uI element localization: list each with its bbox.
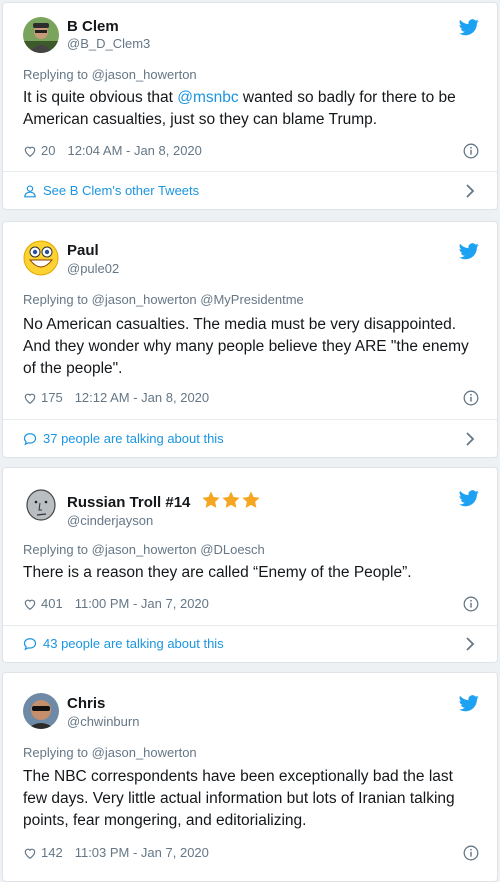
info-icon[interactable] <box>463 143 479 159</box>
footer-label[interactable]: See B Clem's other Tweets <box>43 183 199 198</box>
star-icon <box>241 491 260 508</box>
mention-link[interactable]: @msnbc <box>177 89 238 106</box>
replying-to: Replying to @jason_howerton <box>23 67 197 82</box>
tweet-card: Paul @pule02 Replying to @jason_howerton… <box>2 221 498 458</box>
replying-prefix: Replying to <box>23 67 89 82</box>
info-icon[interactable] <box>463 596 479 612</box>
replying-prefix: Replying to <box>23 745 89 760</box>
tweet-meta: 401 11:00 PM - Jan 7, 2020 <box>23 596 209 611</box>
display-name[interactable]: Russian Troll #14 <box>67 490 261 511</box>
speech-bubble-icon <box>23 432 37 445</box>
tweet-text: There is a reason they are called “Enemy… <box>23 564 412 581</box>
display-name-text[interactable]: Russian Troll #14 <box>67 494 190 511</box>
tweet-timestamp[interactable]: 12:04 AM - Jan 8, 2020 <box>67 143 201 158</box>
user-handle[interactable]: @chwinburn <box>67 714 139 729</box>
tweet-meta: 20 12:04 AM - Jan 8, 2020 <box>23 143 202 158</box>
replying-users[interactable]: @jason_howerton @DLoesch <box>92 542 265 557</box>
replying-users[interactable]: @jason_howerton <box>92 67 197 82</box>
like-count: 401 <box>41 596 63 611</box>
user-handle[interactable]: @pule02 <box>67 261 119 276</box>
divider <box>3 171 497 172</box>
tweet-timestamp[interactable]: 12:12 AM - Jan 8, 2020 <box>75 390 209 405</box>
replying-prefix: Replying to <box>23 292 89 307</box>
like-count: 175 <box>41 390 63 405</box>
conversation-link[interactable]: 43 people are talking about this <box>23 636 224 651</box>
divider <box>3 625 497 626</box>
person-icon <box>24 184 36 197</box>
chevron-right-icon[interactable] <box>465 184 475 198</box>
info-icon[interactable] <box>463 390 479 406</box>
tweet-timestamp[interactable]: 11:00 PM - Jan 7, 2020 <box>75 596 209 611</box>
avatar[interactable] <box>23 240 59 276</box>
tweet-text: The NBC correspondents have been excepti… <box>23 768 455 829</box>
twitter-bird-icon[interactable] <box>459 19 479 36</box>
replying-users[interactable]: @jason_howerton <box>92 745 197 760</box>
twitter-bird-icon[interactable] <box>459 490 479 507</box>
heart-icon[interactable] <box>23 597 37 611</box>
like-count: 142 <box>41 845 63 860</box>
see-other-tweets-link[interactable]: See B Clem's other Tweets <box>23 183 199 198</box>
twitter-bird-icon[interactable] <box>459 243 479 260</box>
twitter-bird-icon[interactable] <box>459 695 479 712</box>
footer-label[interactable]: 43 people are talking about this <box>43 636 224 651</box>
star-icon <box>201 491 220 508</box>
avatar[interactable] <box>23 488 59 524</box>
tweet-text: It is quite obvious that @msnbc wanted s… <box>23 87 481 131</box>
replying-to: Replying to @jason_howerton @MyPresident… <box>23 292 304 307</box>
divider <box>3 419 497 420</box>
tweet-card: B Clem @B_D_Clem3 Replying to @jason_how… <box>2 2 498 210</box>
tweet-card: Russian Troll #14 @cinderjayson Replying… <box>2 467 498 663</box>
avatar[interactable] <box>23 693 59 729</box>
replying-to: Replying to @jason_howerton @DLoesch <box>23 542 265 557</box>
star-icon <box>221 491 240 508</box>
text-part: It is quite obvious that <box>23 89 178 106</box>
tweet-text: No American casualties. The media must b… <box>23 316 469 377</box>
display-name[interactable]: B Clem <box>67 18 119 35</box>
replying-to: Replying to @jason_howerton <box>23 745 197 760</box>
tweet-meta: 175 12:12 AM - Jan 8, 2020 <box>23 390 209 405</box>
chevron-right-icon[interactable] <box>465 637 475 651</box>
user-handle[interactable]: @B_D_Clem3 <box>67 36 150 51</box>
replying-prefix: Replying to <box>23 542 89 557</box>
speech-bubble-icon <box>23 637 37 650</box>
tweet-card: Chris @chwinburn Replying to @jason_howe… <box>2 672 498 882</box>
heart-icon[interactable] <box>23 144 37 158</box>
like-count: 20 <box>41 143 56 158</box>
footer-label[interactable]: 37 people are talking about this <box>43 431 224 446</box>
user-handle[interactable]: @cinderjayson <box>67 513 153 528</box>
heart-icon[interactable] <box>23 391 37 405</box>
chevron-right-icon[interactable] <box>465 432 475 446</box>
avatar[interactable] <box>23 17 59 53</box>
tweet-meta: 142 11:03 PM - Jan 7, 2020 <box>23 845 209 860</box>
replying-users[interactable]: @jason_howerton @MyPresidentme <box>92 292 304 307</box>
info-icon[interactable] <box>463 845 479 861</box>
star-rating <box>201 490 261 510</box>
conversation-link[interactable]: 37 people are talking about this <box>23 431 224 446</box>
tweet-timestamp[interactable]: 11:03 PM - Jan 7, 2020 <box>75 845 209 860</box>
display-name[interactable]: Chris <box>67 695 105 712</box>
display-name[interactable]: Paul <box>67 242 99 259</box>
heart-icon[interactable] <box>23 846 37 860</box>
